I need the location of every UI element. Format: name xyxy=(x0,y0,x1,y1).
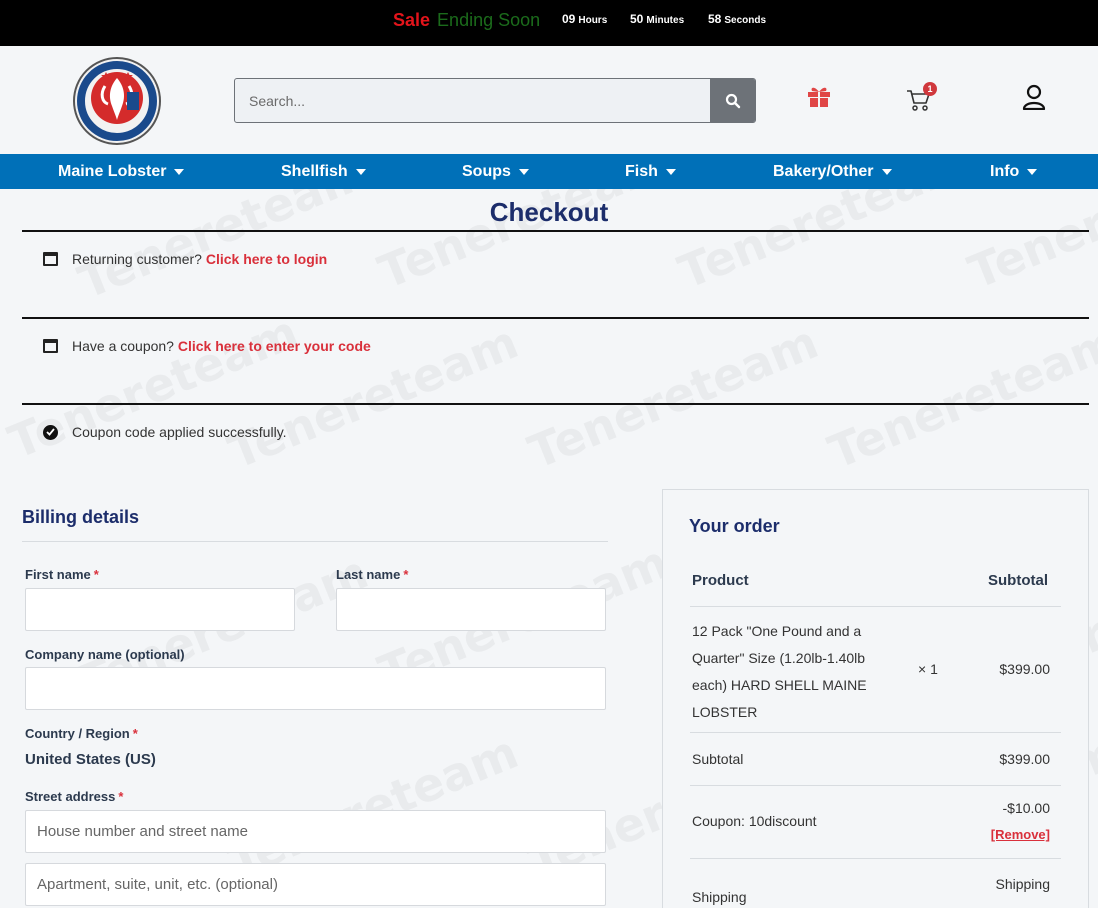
shipping-label: Shipping xyxy=(692,889,747,905)
caret-down-icon xyxy=(881,168,892,175)
site-header: 1 xyxy=(0,46,1098,154)
promo-bar: Sale Ending Soon 09 Hours 50 Minutes 58 Sec… xyxy=(0,0,1098,46)
minutes-value: 50 xyxy=(630,12,644,26)
required-mark: * xyxy=(118,789,124,804)
divider xyxy=(690,606,1061,607)
street-address-field[interactable] xyxy=(25,810,606,853)
remove-coupon-link[interactable]: [Remove] xyxy=(991,827,1050,842)
nav-item-label: Bakery/Other xyxy=(773,163,874,180)
gift-button[interactable] xyxy=(806,84,832,108)
window-icon xyxy=(43,339,58,353)
returning-customer-text: Returning customer? xyxy=(72,251,202,267)
search-icon xyxy=(725,93,740,108)
apartment-field[interactable] xyxy=(25,863,606,906)
nav-item-label: Fish xyxy=(625,163,658,180)
coupon-applied-text: Coupon code applied successfully. xyxy=(72,424,287,440)
country-value: United States (US) xyxy=(25,751,156,768)
billing-details-title: Billing details xyxy=(22,507,140,527)
account-button[interactable] xyxy=(1022,84,1046,111)
required-mark: * xyxy=(132,726,138,741)
divider xyxy=(22,317,1089,319)
shipping-value: Shipping xyxy=(995,876,1051,892)
coupon-applied-notice: Coupon code applied successfully. xyxy=(43,424,287,440)
subtotal-column-header: Subtotal xyxy=(988,572,1048,589)
last-name-label: Last name * xyxy=(336,567,409,582)
search-input[interactable] xyxy=(235,79,711,122)
seconds-unit: Seconds xyxy=(724,15,767,26)
nav-item-fish[interactable]: Fish xyxy=(625,154,676,189)
page-title: Checkout xyxy=(489,197,609,227)
cart-button[interactable]: 1 xyxy=(906,82,937,112)
watermark-text: Tenereteam xyxy=(1,304,306,470)
nav-item-label: Maine Lobster xyxy=(58,163,167,180)
nav-item-label: Soups xyxy=(462,163,511,180)
caret-down-icon xyxy=(518,168,529,175)
search-button[interactable] xyxy=(710,79,755,122)
caret-down-icon xyxy=(355,168,366,175)
returning-customer-notice: Returning customer? Click here to login xyxy=(43,251,327,267)
order-product-qty: × 1 xyxy=(918,661,938,677)
order-product-name: 12 Pack "One Pound and a Quarter" Size (… xyxy=(692,623,867,720)
watermark-text: Tenereteam xyxy=(821,314,1098,480)
nav-item-maine-lobster[interactable]: Maine Lobster xyxy=(58,154,185,189)
divider xyxy=(690,732,1061,733)
nav-item-info[interactable]: Info xyxy=(990,154,1038,189)
subtotal-label: Subtotal xyxy=(692,751,744,767)
countdown-seconds: 58 Seconds xyxy=(708,12,766,26)
sale-word: Sale xyxy=(393,10,431,30)
caret-down-icon xyxy=(665,168,676,175)
lobster-logo-icon xyxy=(73,57,161,145)
required-mark: * xyxy=(93,567,99,582)
divider xyxy=(22,230,1089,232)
gift-icon xyxy=(808,87,830,107)
hours-value: 09 xyxy=(562,12,576,26)
nav-item-soups[interactable]: Soups xyxy=(462,154,529,189)
nav-item-label: Info xyxy=(990,163,1020,180)
window-icon xyxy=(43,252,58,266)
last-name-field[interactable] xyxy=(336,588,606,631)
divider xyxy=(22,541,608,542)
order-product-price: $399.00 xyxy=(999,661,1050,677)
sale-banner: Sale Ending Soon xyxy=(393,10,540,31)
divider xyxy=(690,858,1061,859)
caret-down-icon xyxy=(1027,168,1038,175)
nav-item-shellfish[interactable]: Shellfish xyxy=(281,154,366,189)
watermark-text: Tenereteam xyxy=(521,314,826,480)
street-address-label: Street address * xyxy=(25,789,124,804)
cart-count-badge: 1 xyxy=(923,82,937,96)
first-name-field[interactable] xyxy=(25,588,295,631)
enter-coupon-link[interactable]: Click here to enter your code xyxy=(178,338,371,354)
coupon-notice: Have a coupon? Click here to enter your … xyxy=(43,338,371,354)
ending-soon-text: Ending Soon xyxy=(437,10,541,30)
nav-item-label: Shellfish xyxy=(281,163,348,180)
hours-unit: Hours xyxy=(578,15,608,26)
main-nav: Maine Lobster Shellfish Soups Fish Baker… xyxy=(0,154,1098,189)
nav-item-bakery-other[interactable]: Bakery/Other xyxy=(773,154,892,189)
caret-down-icon xyxy=(174,168,185,175)
coupon-discount-value: -$10.00 xyxy=(1002,800,1050,816)
divider xyxy=(22,403,1089,405)
coupon-label: Coupon: 10discount xyxy=(692,813,817,829)
first-name-label: First name * xyxy=(25,567,99,582)
login-link[interactable]: Click here to login xyxy=(206,251,327,267)
product-column-header: Product xyxy=(692,572,749,589)
company-name-field[interactable] xyxy=(25,667,606,710)
coupon-question-text: Have a coupon? xyxy=(72,338,174,354)
required-mark: * xyxy=(403,567,409,582)
user-icon xyxy=(1022,84,1046,111)
check-circle-icon xyxy=(43,424,58,440)
order-title: Your order xyxy=(689,516,780,536)
minutes-unit: Minutes xyxy=(646,15,685,26)
divider xyxy=(690,785,1061,786)
search-bar xyxy=(234,78,756,123)
seconds-value: 58 xyxy=(708,12,722,26)
company-name-label: Company name (optional) xyxy=(25,647,185,662)
countdown-hours: 09 Hours xyxy=(562,12,607,26)
site-logo[interactable] xyxy=(72,56,162,146)
subtotal-value: $399.00 xyxy=(999,751,1050,767)
country-label: Country / Region * xyxy=(25,726,138,741)
countdown-minutes: 50 Minutes xyxy=(630,12,684,26)
